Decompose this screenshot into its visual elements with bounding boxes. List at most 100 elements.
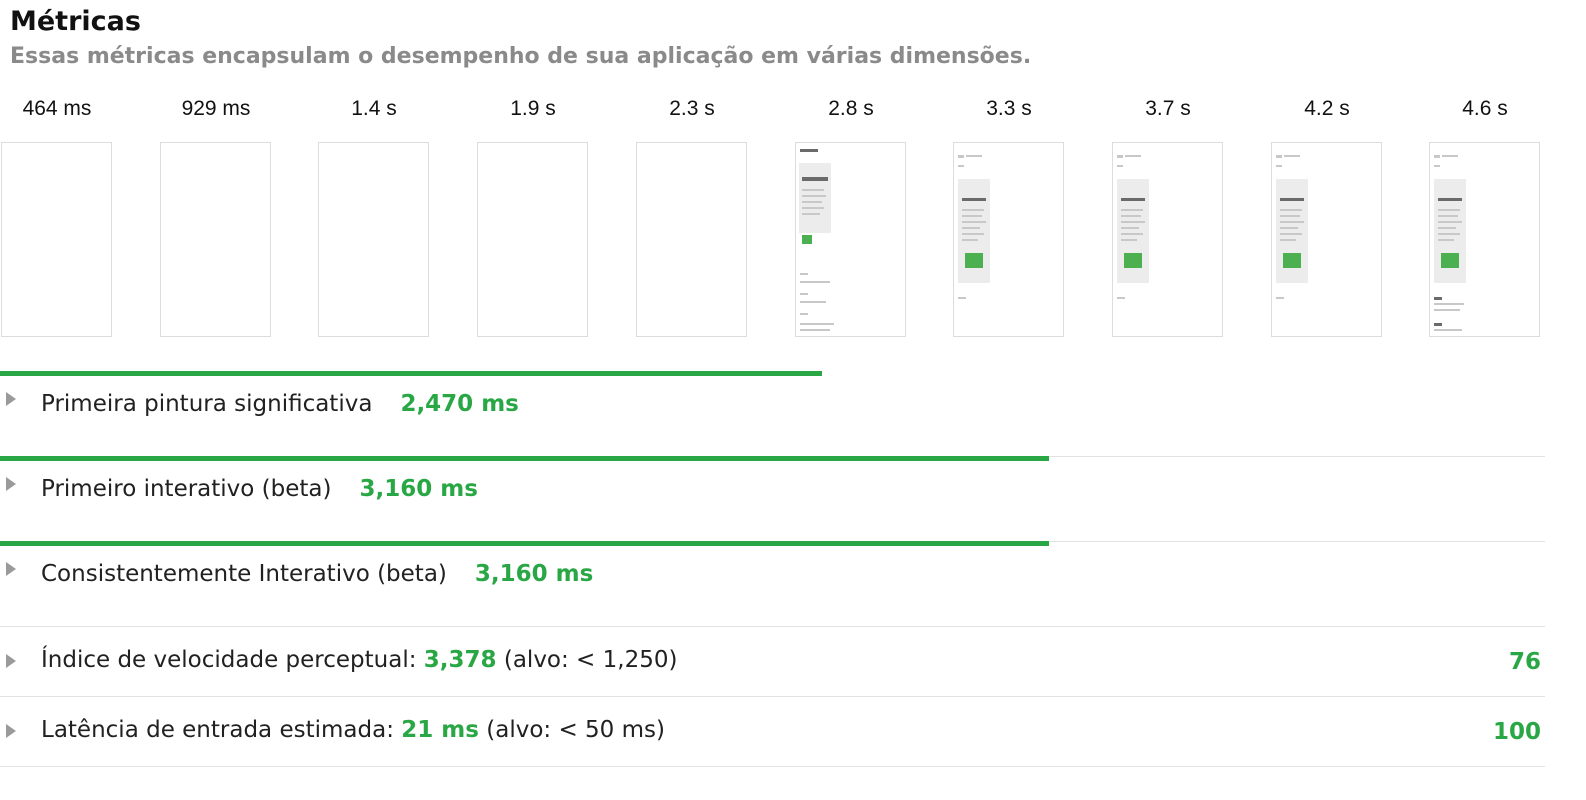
expand-arrow-icon[interactable] <box>6 562 16 576</box>
thumbnail-content <box>966 155 982 157</box>
filmstrip-frame: 1.4 s <box>317 92 475 342</box>
frame-thumbnail <box>953 142 1064 337</box>
frame-time: 2.8 s <box>828 97 874 120</box>
frame-thumbnail <box>636 142 747 337</box>
thumbnail-content <box>800 329 830 331</box>
thumbnail-content <box>1117 297 1125 299</box>
metric-name: Primeira pintura significativa <box>41 391 373 417</box>
frame-thumbnail <box>318 142 429 337</box>
frame-thumbnail <box>1 142 112 337</box>
metric-name: Latência de entrada estimada: <box>41 717 394 743</box>
thumbnail-content <box>802 201 822 203</box>
thumbnail-content <box>1117 155 1123 158</box>
filmstrip-frame: 2.3 s <box>635 92 793 342</box>
thumbnail-content <box>1121 215 1141 217</box>
metric-score: 100 <box>1492 719 1541 745</box>
metric-score: 76 <box>1508 649 1541 675</box>
metric-value: 21 ms <box>401 717 479 743</box>
thumbnail-content <box>802 195 826 197</box>
metric-name: Consistentemente Interativo (beta) <box>41 561 447 587</box>
thumbnail-content <box>1121 221 1145 223</box>
thumbnail-content <box>1276 297 1284 299</box>
thumbnail-content <box>1434 309 1460 311</box>
thumbnail-content <box>1117 165 1123 167</box>
thumbnail-content <box>1280 209 1302 211</box>
filmstrip-frame: 3.3 s <box>952 92 1110 342</box>
expand-arrow-icon[interactable] <box>6 392 16 406</box>
thumbnail-content <box>800 313 808 315</box>
frame-thumbnail <box>160 142 271 337</box>
frame-time: 929 ms <box>181 97 251 120</box>
thumbnail-content <box>802 235 812 244</box>
thumbnail-content <box>1283 253 1301 268</box>
thumbnail-content <box>958 297 966 299</box>
thumbnail-content <box>800 301 826 303</box>
thumbnail-content <box>1121 198 1145 201</box>
thumbnail-content <box>1438 227 1456 229</box>
metric-label: Consistentemente Interativo (beta) 3,160 … <box>41 561 593 587</box>
thumbnail-content <box>1280 221 1304 223</box>
frame-time: 4.6 s <box>1462 97 1508 120</box>
thumbnail-content <box>1438 215 1458 217</box>
metric-row-first-interactive[interactable]: Primeiro interativo (beta) 3,160 ms <box>0 456 1545 542</box>
frame-time: 4.2 s <box>1304 97 1350 120</box>
thumbnail-content <box>1434 155 1440 158</box>
metric-row-consistently-interactive[interactable]: Consistentemente Interativo (beta) 3,160 … <box>0 541 1545 627</box>
metric-row-estimated-input-latency[interactable]: Latência de entrada estimada: 21 ms (alv… <box>0 696 1545 767</box>
metric-target: (alvo: < 50 ms) <box>486 717 665 743</box>
metric-value: 3,160 ms <box>474 561 594 587</box>
thumbnail-content <box>962 233 984 235</box>
frame-thumbnail <box>477 142 588 337</box>
thumbnail-content <box>962 227 980 229</box>
filmstrip-frame: 4.6 s <box>1428 92 1586 342</box>
expand-arrow-icon[interactable] <box>6 724 16 738</box>
thumbnail-content <box>962 221 986 223</box>
thumbnail-content <box>1434 329 1462 331</box>
metric-value: 3,160 ms <box>359 476 478 502</box>
thumbnail-content <box>1280 239 1296 241</box>
thumbnail-content <box>1121 233 1143 235</box>
thumbnail-content <box>965 253 983 268</box>
thumbnail-content <box>802 189 824 191</box>
thumbnail-content <box>802 177 828 181</box>
filmstrip-frame: 1.9 s <box>476 92 634 342</box>
thumbnail-content <box>1124 253 1142 268</box>
thumbnail-content <box>1438 233 1460 235</box>
metric-row-first-meaningful-paint[interactable]: Primeira pintura significativa 2,470 ms <box>0 371 1545 457</box>
thumbnail-content <box>1276 155 1282 158</box>
expand-arrow-icon[interactable] <box>6 477 16 491</box>
metric-label: Latência de entrada estimada: 21 ms (alv… <box>41 717 665 743</box>
metric-bar <box>0 541 1050 546</box>
thumbnail-content <box>1434 303 1464 305</box>
metric-row-perceptual-speed-index[interactable]: Índice de velocidade perceptual: 3,378 (… <box>0 626 1545 697</box>
thumbnail-content <box>962 215 982 217</box>
thumbnail-content <box>1442 155 1458 157</box>
thumbnail-content <box>958 165 964 167</box>
metric-name: Primeiro interativo (beta) <box>41 476 332 502</box>
expand-arrow-icon[interactable] <box>6 654 16 668</box>
metric-name: Índice de velocidade perceptual: <box>41 647 417 673</box>
metric-label: Primeira pintura significativa 2,470 ms <box>41 391 519 417</box>
metric-bar <box>0 371 822 376</box>
filmstrip-frame: 2.8 s <box>794 92 952 342</box>
thumbnail-content <box>802 207 824 209</box>
frame-thumbnail <box>1112 142 1223 337</box>
thumbnail-content <box>800 293 808 295</box>
metric-bar <box>0 456 1050 461</box>
metric-target: (alvo: < 1,250) <box>503 647 678 673</box>
thumbnail-content <box>962 239 978 241</box>
thumbnail-content <box>1280 233 1302 235</box>
thumbnail-content <box>1441 253 1459 268</box>
thumbnail-content <box>1121 227 1139 229</box>
thumbnail-content <box>1438 209 1460 211</box>
frame-time: 2.3 s <box>669 97 715 120</box>
frame-time: 1.4 s <box>351 97 397 120</box>
page-subtitle: Essas métricas encapsulam o desempenho d… <box>10 44 1032 69</box>
filmstrip-frame: 929 ms <box>159 92 317 342</box>
frame-time: 3.3 s <box>986 97 1032 120</box>
thumbnail-content <box>1434 297 1442 300</box>
thumbnail-content <box>799 163 831 233</box>
frame-time: 3.7 s <box>1145 97 1191 120</box>
thumbnail-content <box>800 273 808 275</box>
filmstrip: 464 ms 929 ms 1.4 s 1.9 s 2.3 s 2.8 s 3.3 s 3.7… <box>0 92 1586 342</box>
